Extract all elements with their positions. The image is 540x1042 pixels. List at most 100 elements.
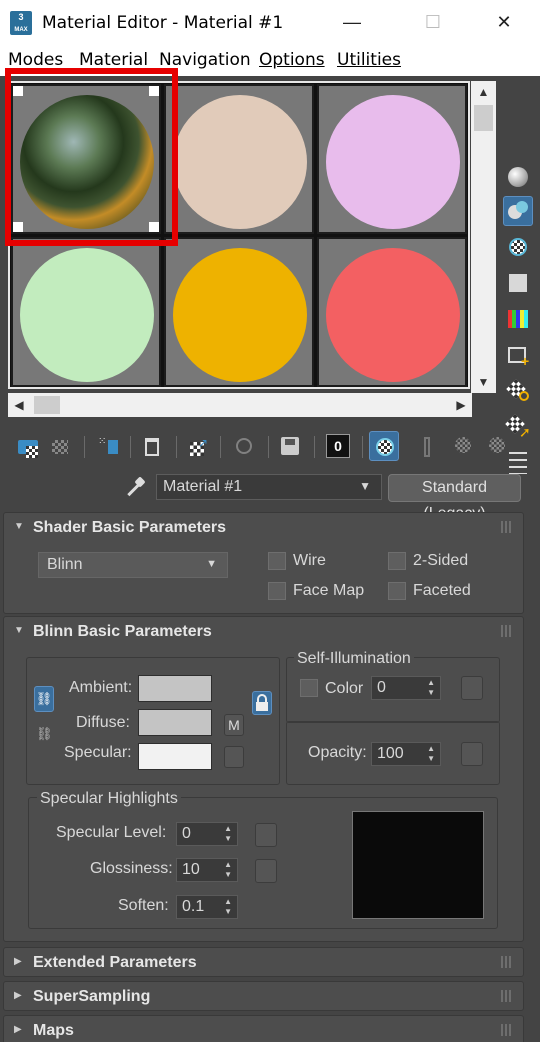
sample-slot-3[interactable] [317, 84, 467, 234]
face-map-label: Face Map [293, 582, 365, 599]
material-name-row: Material #1▼ Standard (Legacy) [0, 472, 540, 522]
selection-highlight [5, 68, 178, 246]
specular-color-swatch[interactable] [138, 743, 212, 770]
drag-grip-icon[interactable] [501, 625, 513, 637]
eyedropper-icon[interactable] [122, 476, 146, 500]
get-material-icon[interactable] [16, 434, 40, 458]
scroll-thumb[interactable] [474, 105, 493, 131]
sample-slot-4[interactable] [11, 237, 161, 387]
specular-level-map-button[interactable] [255, 823, 277, 847]
options-icon[interactable] [503, 376, 533, 406]
drag-grip-icon[interactable] [501, 990, 513, 1002]
material-id-channel-icon[interactable]: 0 [326, 434, 350, 458]
ambient-color-swatch[interactable] [138, 675, 212, 702]
faceted-label: Faceted [413, 582, 471, 599]
rollout-title: Blinn Basic Parameters [33, 623, 212, 640]
material-sphere [173, 95, 307, 229]
show-end-result-icon[interactable] [418, 434, 442, 458]
put-material-icon[interactable] [48, 434, 72, 458]
drag-grip-icon[interactable] [501, 956, 513, 968]
scroll-left-icon[interactable]: ◀ [8, 393, 30, 417]
menu-navigation[interactable]: Navigation [159, 50, 251, 70]
make-preview-icon[interactable]: + [503, 340, 533, 370]
go-forward-to-sibling-icon[interactable] [486, 434, 510, 458]
self-illumination-label: Self-Illumination [294, 650, 414, 668]
slots-horizontal-scrollbar[interactable]: ◀ ▶ [8, 393, 472, 417]
scroll-up-icon[interactable]: ▲ [471, 81, 496, 103]
color-label: Color [325, 680, 364, 697]
slots-vertical-scrollbar[interactable]: ▲ ▼ [471, 81, 496, 393]
menu-modes[interactable]: Modes [8, 50, 63, 70]
maximize-button[interactable]: ☐ [421, 10, 445, 34]
soften-label: Soften: [118, 897, 169, 914]
wire-checkbox[interactable] [268, 552, 286, 570]
self-illumination-map-button[interactable] [461, 676, 483, 700]
drag-grip-icon[interactable] [501, 1024, 513, 1036]
video-color-check-icon[interactable] [503, 304, 533, 334]
close-button[interactable]: ✕ [492, 10, 516, 34]
toolbar-separator [176, 436, 177, 458]
title-bar: 3 MAX Material Editor - Material #1 — ☐ ✕ [0, 0, 540, 46]
glossiness-map-button[interactable] [255, 859, 277, 883]
highlight-curve-preview [352, 811, 484, 919]
rollout-title: Shader Basic Parameters [33, 519, 226, 536]
face-map-checkbox[interactable] [268, 582, 286, 600]
menu-utilities[interactable]: Utilities [337, 50, 401, 70]
faceted-checkbox[interactable] [388, 582, 406, 600]
copy-material-icon[interactable]: ↗ [186, 434, 210, 458]
material-name-field[interactable]: Material #1 ▼ [156, 474, 382, 500]
specular-level-spinner[interactable]: 0 ▲ ▼ [176, 822, 238, 846]
diffuse-map-button[interactable]: M [224, 714, 244, 736]
two-sided-label: 2-Sided [413, 552, 469, 569]
diffuse-color-swatch[interactable] [138, 709, 212, 736]
lock-diffuse-specular-icon[interactable]: ⛓ [36, 726, 53, 742]
save-to-library-icon[interactable] [278, 434, 302, 458]
two-sided-checkbox[interactable] [388, 552, 406, 570]
rollout-header[interactable]: ▼ Shader Basic Parameters [4, 513, 523, 543]
specular-highlights-group: Specular Highlights Specular Level: 0 ▲ ▼ … [28, 790, 498, 929]
soften-spinner[interactable]: 0.1 ▲ ▼ [176, 895, 238, 919]
shader-type-dropdown[interactable]: Blinn ▼ [38, 552, 228, 578]
sample-uv-tiling-icon[interactable] [503, 268, 533, 298]
sample-slot-6[interactable] [317, 237, 467, 387]
drag-grip-icon[interactable] [501, 521, 513, 533]
lock-icon[interactable] [252, 691, 272, 715]
toolbar-separator [130, 436, 131, 458]
menu-material[interactable]: Material [79, 50, 148, 70]
opacity-map-button[interactable] [461, 742, 483, 766]
opacity-spinner[interactable]: 100 ▲ ▼ [371, 742, 441, 766]
make-unique-icon[interactable] [232, 434, 256, 458]
expand-arrow-icon: ▶ [14, 956, 22, 967]
rollout-header[interactable]: ▼ Blinn Basic Parameters [4, 617, 523, 647]
scroll-down-icon[interactable]: ▼ [471, 371, 496, 393]
scroll-thumb[interactable] [34, 396, 60, 414]
specular-highlights-label: Specular Highlights [37, 790, 181, 808]
sample-slot-5[interactable] [164, 237, 314, 387]
chevron-down-icon: ▼ [206, 558, 217, 570]
specular-map-button[interactable] [224, 746, 244, 768]
glossiness-label: Glossiness: [90, 860, 173, 877]
self-illumination-color-checkbox[interactable] [300, 679, 318, 697]
assign-material-icon[interactable]: ⁙ [96, 434, 120, 458]
show-shaded-material-icon[interactable] [369, 431, 399, 461]
scroll-right-icon[interactable]: ▶ [450, 393, 472, 417]
self-illumination-spinner[interactable]: 0 ▲ ▼ [371, 676, 441, 700]
glossiness-spinner[interactable]: 10 ▲ ▼ [176, 858, 238, 882]
extended-parameters-rollout[interactable]: ▶ Extended Parameters [3, 947, 524, 977]
rollout-title: Maps [33, 1022, 74, 1039]
ambient-label: Ambient: [69, 679, 133, 696]
supersampling-rollout[interactable]: ▶ SuperSampling [3, 981, 524, 1011]
opacity-label: Opacity: [308, 744, 367, 761]
menu-options[interactable]: Options [259, 50, 325, 70]
minimize-button[interactable]: — [340, 10, 364, 34]
expand-arrow-icon: ▶ [14, 1024, 22, 1035]
reset-icon[interactable] [140, 434, 164, 458]
background-icon[interactable] [503, 232, 533, 262]
sample-type-icon[interactable] [503, 162, 533, 192]
backlight-icon[interactable] [503, 196, 533, 226]
go-to-parent-icon[interactable] [452, 434, 476, 458]
lock-ambient-diffuse-icon[interactable]: ⛓ [34, 686, 54, 712]
maps-rollout[interactable]: ▶ Maps [3, 1015, 524, 1042]
material-type-button[interactable]: Standard (Legacy) [388, 474, 521, 522]
sample-slot-2[interactable] [164, 84, 314, 234]
